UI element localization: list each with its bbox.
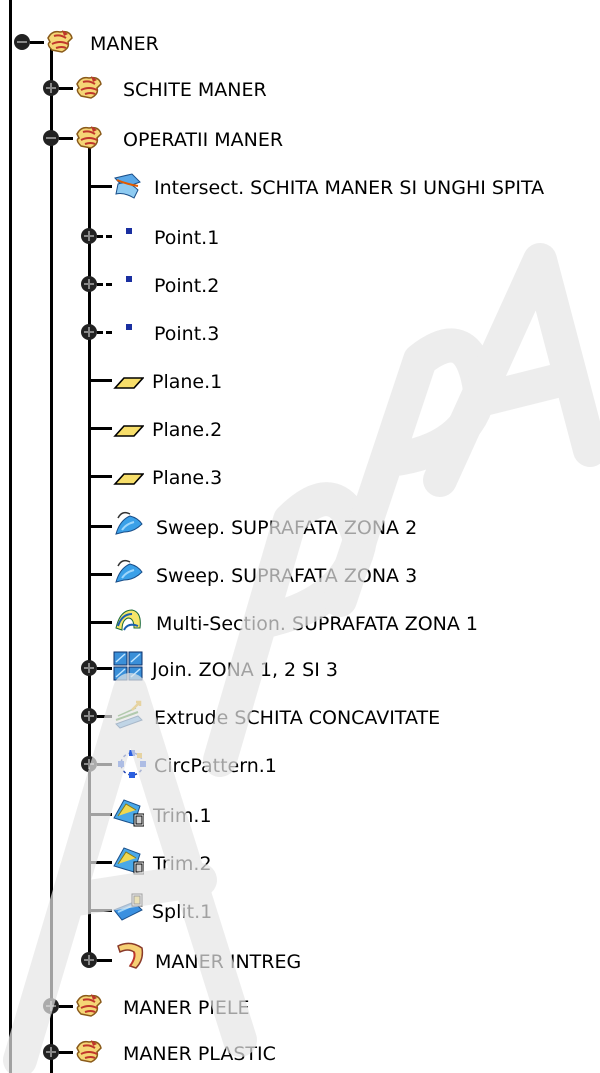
tree-node-multi-section[interactable]: Multi-Section. SUPRAFATA ZONA 1	[0, 602, 500, 642]
expand-toggle[interactable]	[81, 228, 97, 244]
tree-node-label: SCHITE MANER	[123, 79, 267, 101]
expand-toggle[interactable]	[81, 756, 97, 772]
tree-node-label: Plane.3	[152, 467, 223, 489]
tree-node-maner-piele[interactable]: MANER PIELE	[0, 986, 300, 1026]
tree-node-plane-2[interactable]: Plane.2	[0, 408, 300, 448]
tree-node-label: Intersect. SCHITA MANER SI UNGHI SPITA	[154, 177, 545, 199]
tree-node-label: Trim.2	[153, 853, 212, 875]
product-icon	[76, 1040, 102, 1063]
point-icon	[126, 324, 132, 330]
tree-node-label: Multi-Section. SUPRAFATA ZONA 1	[156, 613, 479, 635]
tree-node-label: Point.3	[154, 323, 220, 345]
tree-node-maner[interactable]: MANER	[0, 24, 300, 64]
plane-icon	[113, 473, 144, 485]
tree-node-schite-maner[interactable]: SCHITE MANER	[0, 68, 300, 108]
product-icon	[47, 30, 73, 53]
tree-node-label: CircPattern.1	[154, 755, 277, 777]
tree-node-trim-1[interactable]: Trim.1	[0, 794, 300, 834]
product-icon	[76, 76, 102, 99]
tree-node-label: MANER PIELE	[123, 997, 250, 1019]
tree-node-label: Join. ZONA 1, 2 SI 3	[152, 659, 338, 681]
expand-toggle[interactable]	[81, 708, 97, 724]
circpattern-icon	[118, 750, 146, 778]
tree-node-point-3[interactable]: Point.3	[0, 312, 300, 352]
product-icon	[76, 994, 102, 1017]
tree-node-label: MANER INTREG	[155, 951, 302, 973]
product-icon	[76, 126, 102, 149]
tree-node-trim-2[interactable]: Trim.2	[0, 842, 300, 882]
point-icon	[126, 228, 132, 234]
tree-node-label: Sweep. SUPRAFATA ZONA 2	[156, 517, 418, 539]
tree-node-plane-3[interactable]: Plane.3	[0, 456, 300, 496]
tree-node-point-1[interactable]: Point.1	[0, 216, 300, 256]
point-icon	[126, 276, 132, 282]
split-icon	[113, 893, 143, 921]
collapse-toggle[interactable]	[43, 130, 59, 146]
tree-node-label: Point.2	[154, 275, 220, 297]
trim-icon	[113, 799, 144, 827]
tree-node-extrude[interactable]: Extrude SCHITA CONCAVITATE	[0, 696, 500, 736]
tree-node-operatii-maner[interactable]: OPERATII MANER	[0, 118, 300, 158]
tree-node-label: Extrude SCHITA CONCAVITATE	[154, 707, 441, 729]
expand-toggle[interactable]	[81, 952, 97, 968]
tree-node-point-2[interactable]: Point.2	[0, 264, 300, 304]
sweep-icon	[115, 511, 143, 535]
expand-toggle[interactable]	[81, 660, 97, 676]
trim-icon	[113, 847, 144, 875]
solid-icon	[117, 942, 144, 969]
expand-toggle[interactable]	[43, 80, 59, 96]
intersect-icon	[114, 173, 141, 199]
tree-node-label: Trim.1	[153, 805, 212, 827]
tree-node-maner-plastic[interactable]: MANER PLASTIC	[0, 1032, 300, 1072]
tree-node-label: OPERATII MANER	[123, 129, 284, 151]
sweep-icon	[115, 559, 143, 583]
tree-node-label: MANER	[90, 33, 159, 55]
tree-node-join[interactable]: Join. ZONA 1, 2 SI 3	[0, 648, 400, 688]
tree-node-label: Sweep. SUPRAFATA ZONA 3	[156, 565, 418, 587]
plane-icon	[113, 377, 144, 389]
tree-node-maner-intreg[interactable]: MANER INTREG	[0, 940, 400, 980]
tree-node-label: Point.1	[154, 227, 220, 249]
tree-node-label: MANER PLASTIC	[123, 1043, 276, 1065]
expand-toggle[interactable]	[81, 324, 97, 340]
expand-toggle[interactable]	[43, 998, 59, 1014]
tree-node-sweep-zona-3[interactable]: Sweep. SUPRAFATA ZONA 3	[0, 554, 417, 594]
collapse-toggle[interactable]	[14, 34, 30, 50]
extrude-icon	[115, 700, 143, 729]
tree-node-label: Plane.1	[152, 371, 223, 393]
tree-node-label: Split.1	[152, 901, 213, 923]
join-icon	[113, 651, 143, 681]
multisection-icon	[115, 609, 141, 631]
tree-node-circpattern[interactable]: CircPattern.1	[0, 744, 400, 784]
expand-toggle[interactable]	[43, 1044, 59, 1060]
expand-toggle[interactable]	[81, 276, 97, 292]
tree-node-sweep-zona-2[interactable]: Sweep. SUPRAFATA ZONA 2	[0, 506, 417, 546]
tree-node-label: Plane.2	[152, 419, 223, 441]
plane-icon	[113, 425, 144, 437]
tree-node-plane-1[interactable]: Plane.1	[0, 360, 300, 400]
tree-node-intersect[interactable]: Intersect. SCHITA MANER SI UNGHI SPITA	[0, 168, 600, 208]
tree-node-split[interactable]: Split.1	[0, 890, 300, 930]
